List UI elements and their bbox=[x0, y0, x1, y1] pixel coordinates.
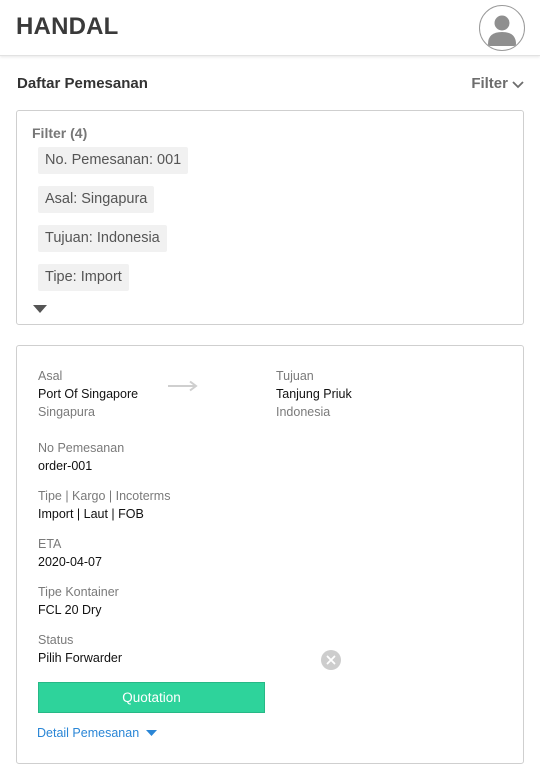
container-type-value: FCL 20 Dry bbox=[38, 603, 102, 617]
eta-value: 2020-04-07 bbox=[38, 555, 102, 569]
type-cargo-incoterms-label: Tipe | Kargo | Incoterms bbox=[38, 489, 171, 503]
order-card: Asal Port Of Singapore Singapura Tujuan … bbox=[16, 345, 524, 764]
order-detail-label: Detail Pemesanan bbox=[37, 726, 140, 740]
filter-chip-type[interactable]: Tipe: Import bbox=[38, 264, 129, 291]
caret-down-icon bbox=[146, 730, 158, 736]
status-value: Pilih Forwarder bbox=[38, 651, 123, 665]
type-cargo-incoterms-value: Import | Laut | FOB bbox=[38, 507, 144, 521]
origin-country: Singapura bbox=[38, 405, 95, 419]
destination-country: Indonesia bbox=[276, 405, 331, 419]
origin-label: Asal bbox=[38, 369, 63, 383]
arrow-right-icon bbox=[168, 379, 198, 397]
filter-heading: Filter (4) bbox=[32, 125, 88, 141]
origin-port: Port Of Singapore bbox=[38, 387, 139, 401]
page-title: Daftar Pemesanan bbox=[17, 75, 148, 92]
quotation-button[interactable]: Quotation bbox=[38, 682, 265, 713]
active-filters-panel: Filter (4) No. Pemesanan: 001 Asal: Sing… bbox=[16, 110, 524, 325]
cancel-order-icon[interactable] bbox=[321, 650, 341, 670]
order-number-value: order-001 bbox=[38, 459, 93, 473]
user-avatar-icon[interactable] bbox=[479, 5, 525, 51]
filter-chip-destination[interactable]: Tujuan: Indonesia bbox=[38, 225, 167, 252]
destination-label: Tujuan bbox=[276, 369, 314, 383]
status-label: Status bbox=[38, 633, 74, 647]
eta-label: ETA bbox=[38, 537, 62, 551]
container-type-label: Tipe Kontainer bbox=[38, 585, 119, 599]
filter-toggle-label: Filter bbox=[471, 75, 508, 92]
expand-filters-icon[interactable] bbox=[33, 300, 47, 318]
order-number-label: No Pemesanan bbox=[38, 441, 125, 455]
destination-port: Tanjung Priuk bbox=[276, 387, 352, 401]
chevron-down-icon bbox=[512, 80, 524, 88]
filter-toggle-button[interactable]: Filter bbox=[471, 75, 524, 92]
top-bar: HANDAL bbox=[0, 0, 540, 56]
order-detail-link[interactable]: Detail Pemesanan bbox=[37, 726, 158, 740]
app-logo-text: HANDAL bbox=[16, 13, 119, 40]
filter-chip-order-number[interactable]: No. Pemesanan: 001 bbox=[38, 147, 189, 174]
filter-chip-origin[interactable]: Asal: Singapura bbox=[38, 186, 155, 213]
